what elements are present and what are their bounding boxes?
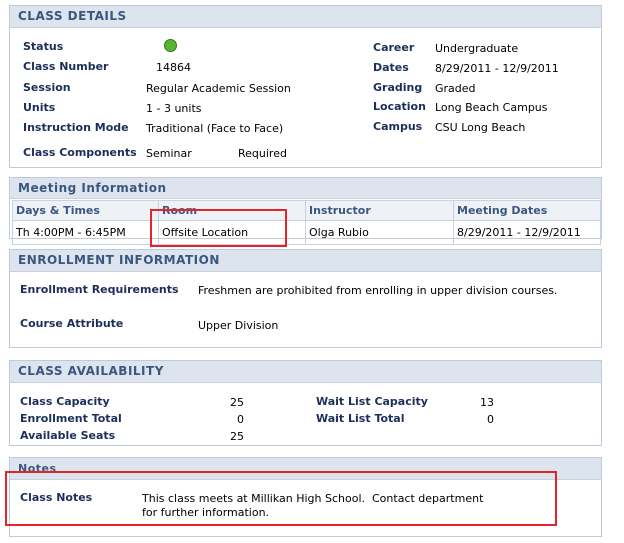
enrollment-requirements-label: Enrollment Requirements [20,283,179,296]
session-value: Regular Academic Session [146,82,291,95]
grading-label: Grading [373,81,423,94]
class-components-label: Class Components [23,146,137,159]
location-value: Long Beach Campus [435,101,548,114]
available-seats-label: Available Seats [20,429,116,442]
wait-list-total-value: 0 [487,413,494,426]
class-details-section: CLASS DETAILS Status Class Number 14864 … [9,5,602,168]
meeting-table-header-row: Days & Times Room Instructor Meeting Dat… [12,200,601,221]
column-header-days-times: Days & Times [12,200,159,221]
notes-highlight-box [5,471,557,526]
table-row: Th 4:00PM - 6:45PM Offsite Location Olga… [12,220,601,245]
class-number-value: 14864 [156,61,191,74]
enrollment-information-section: ENROLLMENT INFORMATION Enrollment Requir… [9,249,602,348]
session-label: Session [23,81,71,94]
days-times-cell: Th 4:00PM - 6:45PM [12,220,159,245]
enrollment-information-header: ENROLLMENT INFORMATION [10,250,601,272]
class-capacity-value: 25 [230,396,244,409]
units-label: Units [23,101,56,114]
meeting-information-header: Meeting Information [10,178,601,199]
meeting-table: Days & Times Room Instructor Meeting Dat… [12,200,601,245]
column-header-instructor: Instructor [305,200,454,221]
wait-list-total-label: Wait List Total [316,412,405,425]
enrollment-total-label: Enrollment Total [20,412,122,425]
wait-list-capacity-value: 13 [480,396,494,409]
campus-label: Campus [373,120,423,133]
course-attribute-label: Course Attribute [20,317,124,330]
open-status-icon [164,39,177,52]
campus-value: CSU Long Beach [435,121,526,134]
meeting-information-section: Meeting Information Days & Times Room In… [9,177,602,245]
column-header-meeting-dates: Meeting Dates [453,200,601,221]
class-details-header: CLASS DETAILS [10,6,601,28]
instructor-cell: Olga Rubio [305,220,454,245]
grading-value: Graded [435,82,476,95]
career-value: Undergraduate [435,42,519,55]
status-label: Status [23,40,64,53]
enrollment-total-value: 0 [237,413,244,426]
room-highlight-box [150,209,287,247]
course-attribute-value: Upper Division [198,319,279,332]
dates-label: Dates [373,61,409,74]
component-required: Required [238,147,287,160]
class-capacity-label: Class Capacity [20,395,110,408]
class-availability-header: CLASS AVAILABILITY [10,361,601,383]
location-label: Location [373,100,426,113]
enrollment-requirements-value: Freshmen are prohibited from enrolling i… [198,284,558,297]
units-value: 1 - 3 units [146,102,202,115]
instruction-mode-label: Instruction Mode [23,121,129,134]
dates-value: 8/29/2011 - 12/9/2011 [435,62,559,75]
wait-list-capacity-label: Wait List Capacity [316,395,428,408]
class-number-label: Class Number [23,60,109,73]
meeting-dates-cell: 8/29/2011 - 12/9/2011 [453,220,601,245]
available-seats-value: 25 [230,430,244,443]
class-availability-section: CLASS AVAILABILITY Class Capacity 25 Enr… [9,360,602,446]
instruction-mode-value: Traditional (Face to Face) [146,122,284,135]
component-value: Seminar [146,147,192,160]
career-label: Career [373,41,415,54]
